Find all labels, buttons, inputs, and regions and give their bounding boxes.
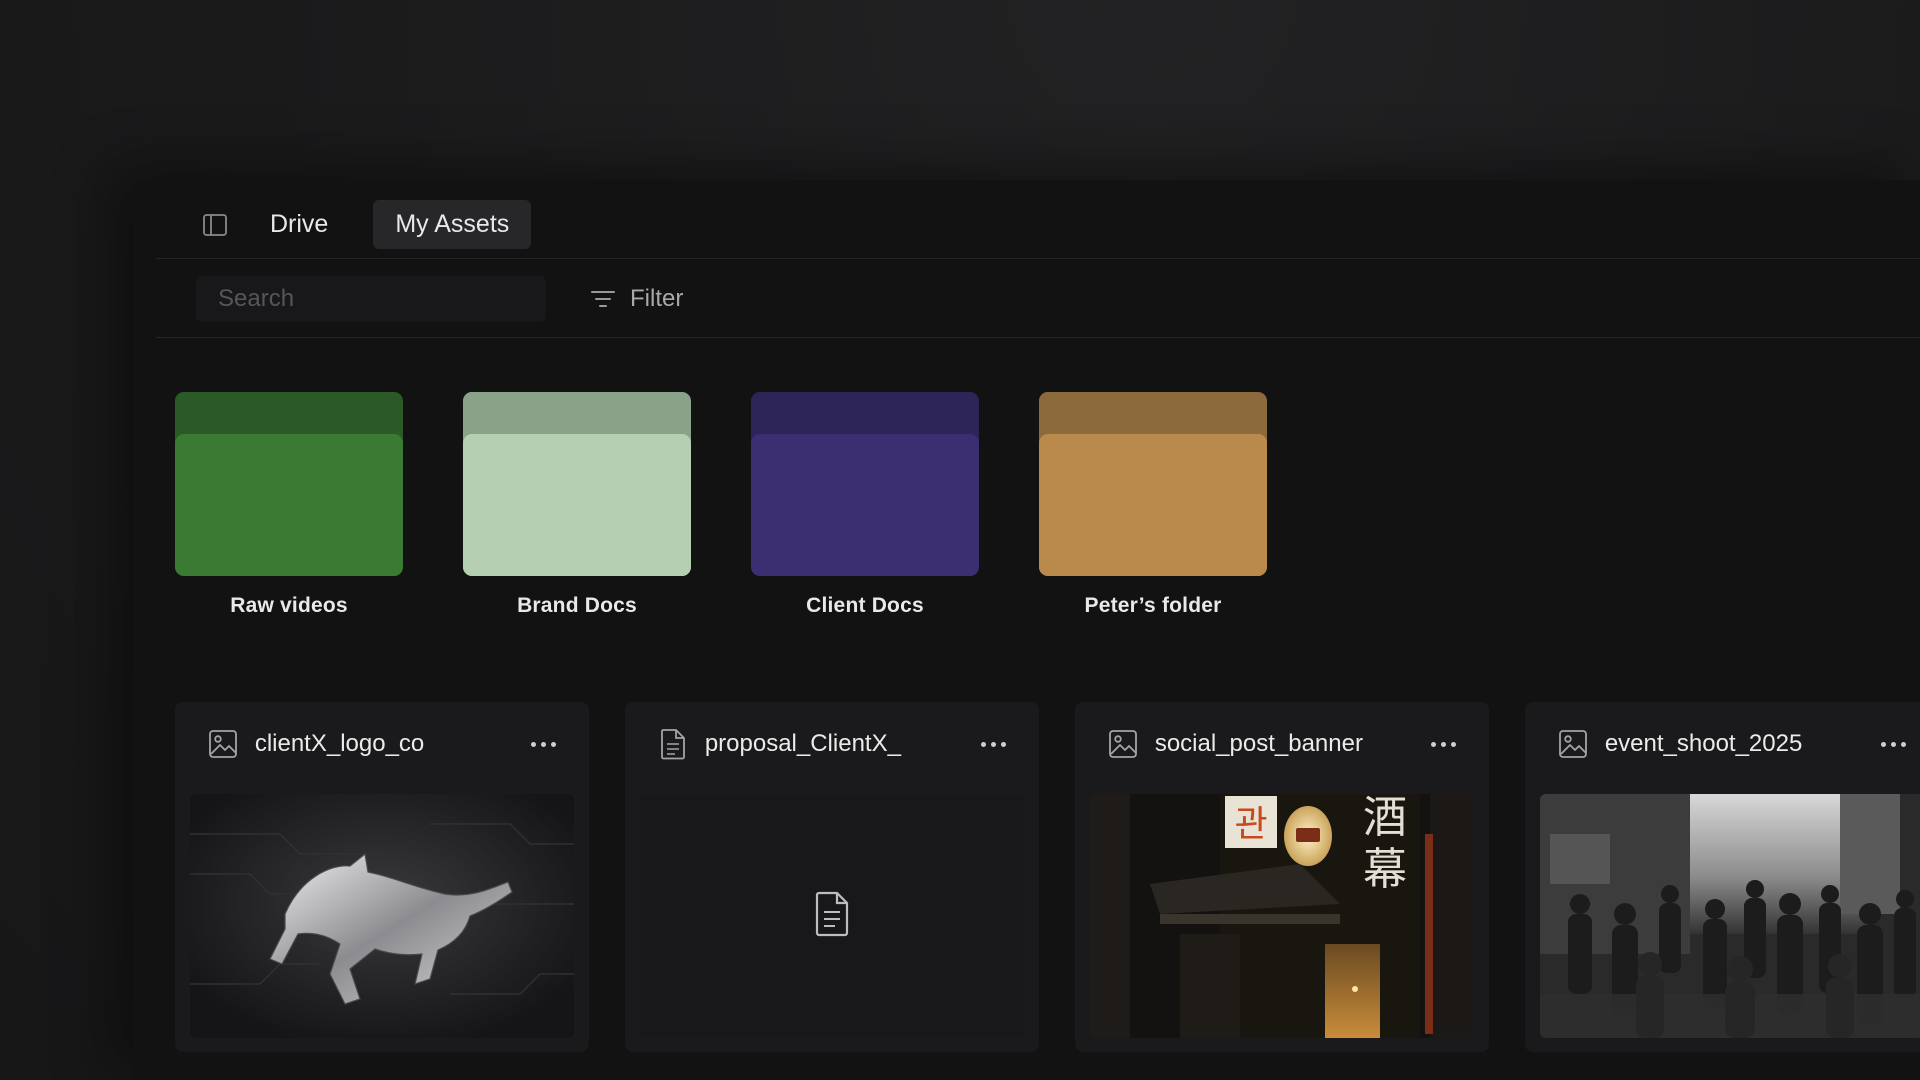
folder-label: Peter’s folder bbox=[1084, 594, 1222, 617]
image-icon bbox=[207, 728, 239, 760]
file-card-event-shoot[interactable]: event_shoot_2025 bbox=[1525, 702, 1920, 1052]
search-bar: Filter bbox=[156, 260, 1920, 338]
document-icon bbox=[815, 891, 849, 937]
filter-label: Filter bbox=[630, 284, 684, 312]
file-card-header: social_post_banner bbox=[1075, 702, 1489, 786]
more-options-button[interactable] bbox=[523, 729, 563, 759]
sign-text: 幕 bbox=[1363, 844, 1407, 895]
document-icon bbox=[657, 728, 689, 760]
tab-my-assets[interactable]: My Assets bbox=[373, 200, 532, 249]
folder-client-docs[interactable]: Client Docs bbox=[751, 392, 979, 618]
folder-icon bbox=[463, 392, 691, 576]
search-input[interactable] bbox=[196, 275, 546, 322]
sidebar-toggle-button[interactable] bbox=[200, 210, 230, 240]
thumbnail-crowd-photo bbox=[1540, 794, 1920, 1038]
folder-front bbox=[463, 434, 691, 576]
folder-raw-videos[interactable]: Raw videos bbox=[175, 392, 403, 618]
folder-label: Raw videos bbox=[230, 594, 348, 617]
more-options-button[interactable] bbox=[973, 729, 1013, 759]
file-card-social-post-banner[interactable]: social_post_banner 관 酒 幕 bbox=[1075, 702, 1489, 1052]
file-name: proposal_ClientX_ bbox=[704, 730, 901, 757]
tab-drive[interactable]: Drive bbox=[248, 200, 350, 249]
thumbnail-horse-logo bbox=[190, 794, 574, 1038]
more-options-button[interactable] bbox=[1873, 729, 1913, 759]
sidebar-panel-icon bbox=[203, 213, 227, 236]
thumbnail-document-placeholder bbox=[640, 794, 1024, 1038]
folder-peters-folder[interactable]: Peter’s folder bbox=[1039, 392, 1267, 618]
image-icon bbox=[1107, 728, 1139, 760]
file-card-proposal[interactable]: proposal_ClientX_ bbox=[625, 702, 1039, 1052]
sign-text: 관 bbox=[1234, 804, 1267, 845]
folder-grid: Raw videos Brand Docs Client Docs Peter’… bbox=[175, 392, 1267, 618]
filter-icon bbox=[591, 290, 615, 307]
filter-button[interactable]: Filter bbox=[590, 285, 683, 313]
folder-label: Brand Docs bbox=[517, 594, 637, 617]
folder-icon bbox=[1039, 392, 1267, 576]
file-grid: clientX_logo_co proposal_ClientX_ social… bbox=[175, 702, 1920, 1052]
file-card-header: event_shoot_2025 bbox=[1525, 702, 1920, 786]
folder-front bbox=[751, 434, 979, 576]
assets-window: Drive My Assets Filter bbox=[133, 180, 1920, 1080]
file-name: social_post_banner bbox=[1154, 730, 1363, 757]
folder-front bbox=[1039, 434, 1267, 576]
folder-icon bbox=[751, 392, 979, 576]
file-name: clientX_logo_co bbox=[254, 730, 425, 757]
folder-label: Client Docs bbox=[806, 594, 924, 617]
folder-brand-docs[interactable]: Brand Docs bbox=[463, 392, 691, 618]
sign-text: 酒 bbox=[1363, 794, 1407, 843]
thumbnail-night-street: 관 酒 幕 bbox=[1090, 794, 1474, 1038]
file-card-header: proposal_ClientX_ bbox=[625, 702, 1039, 786]
image-icon bbox=[1557, 728, 1589, 760]
top-nav: Drive My Assets bbox=[156, 195, 1920, 259]
file-card-clientx-logo[interactable]: clientX_logo_co bbox=[175, 702, 589, 1052]
file-name: event_shoot_2025 bbox=[1604, 730, 1803, 757]
folder-icon bbox=[175, 392, 403, 576]
more-options-button[interactable] bbox=[1423, 729, 1463, 759]
desktop-background: Drive My Assets Filter bbox=[0, 0, 1920, 1080]
folder-front bbox=[175, 434, 403, 576]
file-card-header: clientX_logo_co bbox=[175, 702, 589, 786]
